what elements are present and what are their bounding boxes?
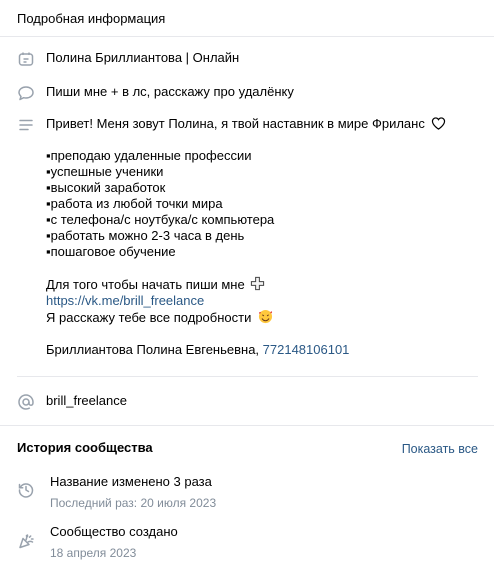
bullet-item: ▪пошаговое обучение xyxy=(46,244,176,259)
history-title: История сообщества xyxy=(17,440,153,455)
owner-line: Бриллиантова Полина Евгеньевна, 77214810… xyxy=(46,342,350,357)
smiling-hearts-emoji-icon xyxy=(258,309,273,324)
bullet-item: ▪с телефона/с ноутбука/с компьютера xyxy=(46,212,275,227)
vk-link[interactable]: https://vk.me/brill_freelance xyxy=(46,293,204,308)
name-line: Полина Бриллиантова | Онлайн xyxy=(46,50,240,65)
description-intro: Привет! Меня зовут Полина, я твой настав… xyxy=(46,116,484,132)
status-text: Пиши мне + в лс, расскажу про удалёнку xyxy=(46,84,294,99)
party-popper-icon xyxy=(17,532,35,550)
description-block: Привет! Меня зовут Полина, я твой настав… xyxy=(46,116,484,358)
show-all-link[interactable]: Показать все xyxy=(402,442,478,456)
history-item-subtitle: Последний раз: 20 июля 2023 xyxy=(50,496,217,510)
bullet-item: ▪работа из любой точки мира xyxy=(46,196,223,211)
bullet-item: ▪высокий заработок xyxy=(46,180,166,195)
bullet-item: ▪работать можно 2-3 часа в день xyxy=(46,228,245,243)
text-lines-icon xyxy=(17,116,35,134)
heart-icon xyxy=(432,117,446,130)
section-divider xyxy=(0,425,494,426)
cta-line: Для того чтобы начать пиши мне xyxy=(46,276,484,293)
history-item-title: Название изменено 3 раза xyxy=(50,474,212,489)
history-item-title: Сообщество создано xyxy=(50,524,178,539)
bullet-item: ▪преподаю удаленные профессии xyxy=(46,148,252,163)
divider xyxy=(17,376,478,377)
history-icon xyxy=(17,481,35,499)
page-title: Подробная информация xyxy=(17,10,166,26)
username: brill_freelance xyxy=(46,393,127,408)
info-card-icon xyxy=(17,50,35,68)
inn-link[interactable]: 772148106101 xyxy=(263,342,350,357)
at-sign-icon xyxy=(17,393,35,411)
page-header: Подробная информация xyxy=(0,0,494,37)
plus-icon xyxy=(251,276,265,291)
history-item-subtitle: 18 апреля 2023 xyxy=(50,546,137,560)
bullet-item: ▪успешные ученики xyxy=(46,164,164,179)
comment-icon xyxy=(17,84,35,102)
promise-line: Я расскажу тебе все подробности xyxy=(46,309,484,326)
